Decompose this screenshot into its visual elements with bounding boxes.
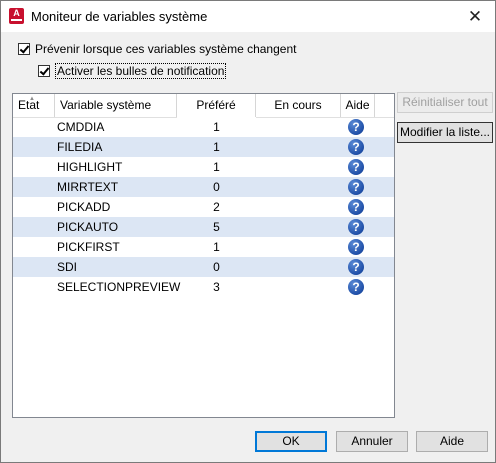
- help-icon[interactable]: ?: [348, 239, 364, 255]
- title-bar: A Moniteur de variables système ✕: [1, 1, 495, 32]
- row-variable-name: HIGHLIGHT: [57, 160, 123, 174]
- row-state: [13, 277, 55, 297]
- column-header-en-cours[interactable]: En cours: [256, 94, 341, 117]
- row-preferred-value[interactable]: 2: [177, 197, 256, 217]
- ok-button[interactable]: OK: [255, 431, 327, 452]
- close-icon[interactable]: ✕: [455, 1, 495, 32]
- row-state: [13, 197, 55, 217]
- row-state: [13, 217, 55, 237]
- table-row[interactable]: FILEDIA 1?: [13, 137, 394, 157]
- row-variable-name: MIRRTEXT: [57, 180, 119, 194]
- notification-bubbles-checkbox[interactable]: [38, 65, 50, 77]
- row-variable-name: PICKFIRST: [57, 240, 120, 254]
- dialog-title: Moniteur de variables système: [31, 9, 208, 24]
- help-icon[interactable]: ?: [348, 159, 364, 175]
- row-preferred-value[interactable]: 0: [177, 257, 256, 277]
- row-variable-name: CMDDIA: [57, 120, 105, 134]
- column-header-prefere[interactable]: Préféré: [177, 94, 256, 117]
- row-variable-name: SDI: [57, 260, 78, 274]
- help-icon[interactable]: ?: [348, 139, 364, 155]
- prevent-changes-label: Prévenir lorsque ces variables système c…: [35, 42, 297, 56]
- table-row[interactable]: MIRRTEXT 0?: [13, 177, 394, 197]
- row-current-value: [256, 217, 341, 237]
- row-current-value: [256, 137, 341, 157]
- table-row[interactable]: SELECTIONPREVIEW 3?: [13, 277, 394, 297]
- row-state: [13, 157, 55, 177]
- row-variable-name: PICKADD: [57, 200, 111, 214]
- table-row[interactable]: CMDDIA 1?: [13, 117, 394, 137]
- system-variable-monitor-dialog: A Moniteur de variables système ✕ Préven…: [0, 0, 496, 463]
- help-icon[interactable]: ?: [348, 259, 364, 275]
- row-state: [13, 177, 55, 197]
- row-current-value: [256, 257, 341, 277]
- row-preferred-value[interactable]: 1: [177, 237, 256, 257]
- notification-bubbles-label: Activer les bulles de notification: [55, 63, 227, 79]
- help-icon[interactable]: ?: [348, 279, 364, 295]
- autocad-app-icon: A: [9, 8, 24, 24]
- table-header: ▲ Etat Variable système Préféré En cours…: [13, 94, 394, 118]
- row-preferred-value[interactable]: 0: [177, 177, 256, 197]
- column-header-etat[interactable]: ▲ Etat: [13, 94, 55, 117]
- help-icon[interactable]: ?: [348, 119, 364, 135]
- row-preferred-value[interactable]: 3: [177, 277, 256, 297]
- row-variable-name: SELECTIONPREVIEW: [57, 280, 181, 294]
- row-preferred-value[interactable]: 1: [177, 117, 256, 137]
- row-current-value: [256, 277, 341, 297]
- table-row[interactable]: HIGHLIGHT 1?: [13, 157, 394, 177]
- prevent-changes-option[interactable]: Prévenir lorsque ces variables système c…: [18, 42, 296, 56]
- row-current-value: [256, 117, 341, 137]
- notification-bubbles-option[interactable]: Activer les bulles de notification: [38, 63, 227, 79]
- row-state: [13, 117, 55, 137]
- help-icon[interactable]: ?: [348, 219, 364, 235]
- row-preferred-value[interactable]: 5: [177, 217, 256, 237]
- column-header-aide[interactable]: Aide: [341, 94, 375, 117]
- reset-all-button[interactable]: Réinitialiser tout: [397, 92, 493, 113]
- row-preferred-value[interactable]: 1: [177, 157, 256, 177]
- prevent-changes-checkbox[interactable]: [18, 43, 30, 55]
- cancel-button[interactable]: Annuler: [336, 431, 408, 452]
- row-state: [13, 237, 55, 257]
- sort-ascending-icon: ▲: [29, 96, 35, 102]
- row-current-value: [256, 157, 341, 177]
- row-current-value: [256, 177, 341, 197]
- table-row[interactable]: PICKFIRST 1?: [13, 237, 394, 257]
- variables-table: ▲ Etat Variable système Préféré En cours…: [12, 93, 395, 418]
- table-row[interactable]: SDI 0?: [13, 257, 394, 277]
- help-button[interactable]: Aide: [416, 431, 488, 452]
- table-row[interactable]: PICKAUTO 5?: [13, 217, 394, 237]
- row-variable-name: PICKAUTO: [57, 220, 119, 234]
- row-current-value: [256, 237, 341, 257]
- row-state: [13, 257, 55, 277]
- row-preferred-value[interactable]: 1: [177, 137, 256, 157]
- help-icon[interactable]: ?: [348, 199, 364, 215]
- help-icon[interactable]: ?: [348, 179, 364, 195]
- row-state: [13, 137, 55, 157]
- row-variable-name: FILEDIA: [57, 140, 103, 154]
- row-current-value: [256, 197, 341, 217]
- column-header-variable[interactable]: Variable système: [55, 94, 177, 117]
- modify-list-button[interactable]: Modifier la liste...: [397, 122, 493, 143]
- table-row[interactable]: PICKADD 2?: [13, 197, 394, 217]
